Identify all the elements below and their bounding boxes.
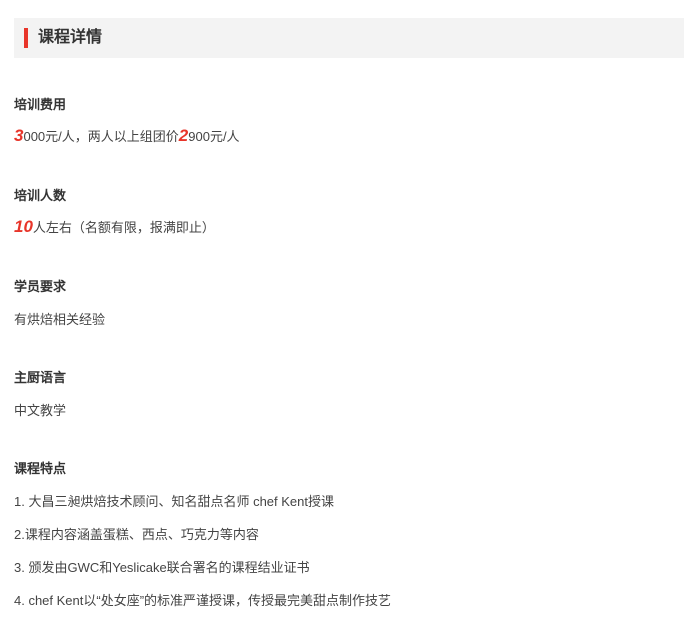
requirement-value: 有烘焙相关经验 <box>14 312 106 327</box>
feature-item: 3. 颁发由GWC和Yeslicake联合署名的课程结业证书 <box>14 560 310 575</box>
fee-price2-text: 900元/人 <box>188 129 240 144</box>
page-title: 课程详情 <box>38 29 103 46</box>
fee-value: 3000元/人，两人以上组团价2900元/人 <box>14 127 240 146</box>
feature-item: 1. 大昌三昶烘焙技术顾问、知名甜点名师 chef Kent授课 <box>14 494 334 509</box>
header-accent-bar <box>24 28 28 48</box>
capacity-count-text: 人左右（名额有限，报满即止） <box>32 220 215 235</box>
language-label: 主厨语言 <box>14 370 67 385</box>
requirement-label: 学员要求 <box>14 279 67 294</box>
capacity-label: 培训人数 <box>14 188 67 203</box>
fee-label: 培训费用 <box>14 97 67 112</box>
feature-item: 2.课程内容涵盖蛋糕、西点、巧克力等内容 <box>14 527 259 542</box>
course-details-page: 课程详情 培训费用 3000元/人，两人以上组团价2900元/人 培训人数 10… <box>0 0 700 632</box>
features-label: 课程特点 <box>14 461 67 476</box>
capacity-value: 10人左右（名额有限，报满即止） <box>14 218 215 237</box>
fee-price2-highlight: 2 <box>178 126 189 145</box>
capacity-count-highlight: 10 <box>14 217 33 236</box>
feature-item: 4. chef Kent以“处女座”的标准严谨授课，传授最完美甜点制作技艺 <box>14 593 392 608</box>
section-header: 课程详情 <box>14 18 684 58</box>
language-value: 中文教学 <box>14 403 67 418</box>
fee-price1-text: 000元/人，两人以上组团价 <box>23 129 179 144</box>
